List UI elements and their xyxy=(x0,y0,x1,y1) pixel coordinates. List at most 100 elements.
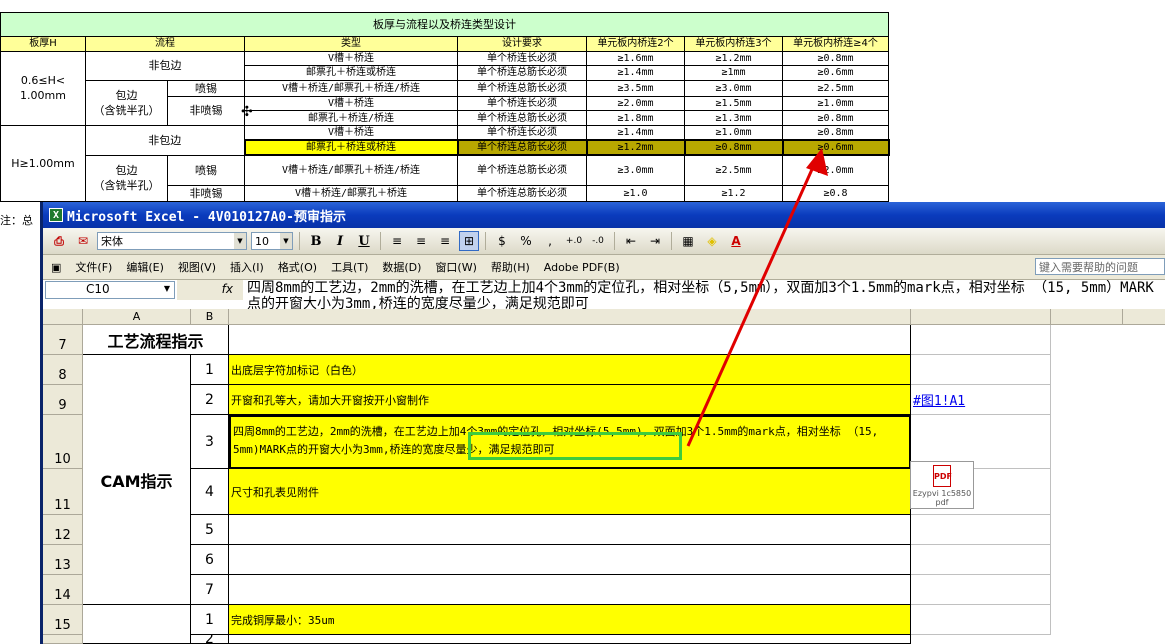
item-text[interactable]: 开窗和孔等大，请加大开窗按开小窗制作 xyxy=(229,385,911,415)
cross-cursor-icon: ✣ xyxy=(241,104,253,120)
title-bar[interactable]: X Microsoft Excel - 4V010127A0-预审指示 xyxy=(43,202,1165,228)
item-text[interactable] xyxy=(229,515,911,545)
table-cell: 单个桥连总筋长必须 xyxy=(457,154,587,186)
column-header-d[interactable] xyxy=(911,309,1051,325)
fill-color-icon[interactable]: ◈ xyxy=(702,231,722,251)
menu-help[interactable]: 帮助(H) xyxy=(491,259,530,275)
bold-button[interactable]: B xyxy=(306,234,326,249)
column-header-b[interactable]: B xyxy=(191,309,229,325)
select-all-corner[interactable] xyxy=(43,309,83,325)
column-header-c[interactable] xyxy=(229,309,911,325)
column-header-f[interactable] xyxy=(1123,309,1165,325)
underline-button[interactable]: U xyxy=(354,234,374,249)
decrease-decimal-icon[interactable]: -.0 xyxy=(588,231,608,251)
increase-decimal-icon[interactable]: +.0 xyxy=(564,231,584,251)
italic-button[interactable]: I xyxy=(330,234,350,249)
cell-c7[interactable] xyxy=(229,325,911,355)
item-number[interactable]: 2 xyxy=(191,385,229,415)
increase-indent-icon[interactable]: ⇥ xyxy=(645,231,665,251)
fx-icon[interactable]: fx xyxy=(177,280,243,300)
row-header-11[interactable]: 11 xyxy=(43,469,83,515)
highlighted-cell: ≥0.6mm xyxy=(781,139,890,157)
table-cell: 单个桥连总筋长必须 xyxy=(457,110,587,126)
menu-tools[interactable]: 工具(T) xyxy=(331,259,368,275)
excel-window[interactable]: X Microsoft Excel - 4V010127A0-预审指示 ⎙ ✉ … xyxy=(40,202,1165,644)
cell-d7[interactable] xyxy=(911,325,1051,355)
help-search-input[interactable]: 键入需要帮助的问题 xyxy=(1035,258,1165,275)
row-header-16[interactable] xyxy=(43,635,83,644)
row-header-14[interactable]: 14 xyxy=(43,575,83,605)
font-size-value: 10 xyxy=(255,234,269,248)
table-cell: ≥1.6mm xyxy=(586,50,685,67)
item-text[interactable] xyxy=(229,635,911,644)
menu-bar: ▣ 文件(F) 编辑(E) 视图(V) 插入(I) 格式(O) 工具(T) 数据… xyxy=(43,255,1165,279)
worksheet-grid[interactable]: A B 7 8 9 10 11 12 13 14 15 工艺流程指示 CAM指示… xyxy=(43,309,1165,644)
row-header-8[interactable]: 8 xyxy=(43,355,83,385)
hyperlink-figure1[interactable]: #图1!A1 xyxy=(911,385,1051,415)
font-name-value: 宋体 xyxy=(101,235,123,248)
header-requirement: 设计要求 xyxy=(457,36,587,52)
currency-icon[interactable]: $ xyxy=(492,231,512,251)
merge-center-icon[interactable]: ⊞ xyxy=(459,231,479,251)
align-center-icon[interactable]: ≡ xyxy=(411,231,431,251)
menu-insert[interactable]: 插入(I) xyxy=(230,259,264,275)
item-number[interactable]: 4 xyxy=(191,469,229,515)
chevron-down-icon: ▼ xyxy=(280,233,292,249)
menu-data[interactable]: 数据(D) xyxy=(382,259,421,275)
row-header-13[interactable]: 13 xyxy=(43,545,83,575)
menu-view[interactable]: 视图(V) xyxy=(178,259,216,275)
table-cell: V槽＋桥连/邮票孔＋桥连/桥连 xyxy=(244,154,458,186)
cell-d12[interactable] xyxy=(911,515,1051,545)
comma-button[interactable]: , xyxy=(540,231,560,251)
table-title: 板厚与流程以及桥连类型设计 xyxy=(0,12,889,37)
decrease-indent-icon[interactable]: ⇤ xyxy=(621,231,641,251)
annotation-highlight-box xyxy=(468,432,682,460)
menu-edit[interactable]: 编辑(E) xyxy=(126,259,164,275)
align-right-icon[interactable]: ≡ xyxy=(435,231,455,251)
item-number[interactable]: 3 xyxy=(191,415,229,469)
name-box[interactable]: C10 ▼ xyxy=(45,281,175,299)
font-color-icon[interactable]: A xyxy=(726,231,746,251)
item-text[interactable] xyxy=(229,545,911,575)
item-number[interactable]: 1 xyxy=(191,605,229,635)
borders-icon[interactable]: ▦ xyxy=(678,231,698,251)
column-header-e[interactable] xyxy=(1051,309,1123,325)
item-number[interactable]: 2 xyxy=(191,635,229,644)
menu-window[interactable]: 窗口(W) xyxy=(435,259,476,275)
row-header-9[interactable]: 9 xyxy=(43,385,83,415)
item-number[interactable]: 1 xyxy=(191,355,229,385)
item-number[interactable]: 7 xyxy=(191,575,229,605)
pdf-convert-icon[interactable]: ⎙ xyxy=(49,231,69,251)
align-left-icon[interactable]: ≡ xyxy=(387,231,407,251)
cam-group-label[interactable]: CAM指示 xyxy=(83,355,191,605)
font-size-select[interactable]: 10 ▼ xyxy=(251,232,293,250)
cell-d13[interactable] xyxy=(911,545,1051,575)
item-number[interactable]: 5 xyxy=(191,515,229,545)
row-header-7[interactable]: 7 xyxy=(43,325,83,355)
menu-file[interactable]: 文件(F) xyxy=(75,259,112,275)
pdf-attachment[interactable]: PDF Ezypvi 1c5850 pdf xyxy=(910,461,974,509)
menu-format[interactable]: 格式(O) xyxy=(278,259,317,275)
percent-button[interactable]: % xyxy=(516,231,536,251)
cell-d8[interactable] xyxy=(911,355,1051,385)
table-cell: ≥2.5mm xyxy=(782,79,889,97)
item-text[interactable]: 尺寸和孔表见附件 xyxy=(229,469,911,515)
item-text[interactable] xyxy=(229,575,911,605)
row-header-15[interactable]: 15 xyxy=(43,605,83,635)
font-name-select[interactable]: 宋体 ▼ xyxy=(97,232,247,250)
column-header-a[interactable]: A xyxy=(83,309,191,325)
row-header-10[interactable]: 10 xyxy=(43,415,83,469)
table-cell: ≥0.8mm xyxy=(782,124,889,141)
row-header-12[interactable]: 12 xyxy=(43,515,83,545)
item-number[interactable]: 6 xyxy=(191,545,229,575)
cell-d15[interactable] xyxy=(911,605,1051,635)
menu-adobe-pdf[interactable]: Adobe PDF(B) xyxy=(544,261,620,274)
pdf-email-icon[interactable]: ✉ xyxy=(73,231,93,251)
table-cell: ≥1.0 xyxy=(586,184,685,202)
cell-d14[interactable] xyxy=(911,575,1051,605)
next-group-label[interactable] xyxy=(83,605,191,644)
item-text[interactable]: 完成铜厚最小：35um xyxy=(229,605,911,635)
section-title[interactable]: 工艺流程指示 xyxy=(83,325,229,355)
item-text[interactable]: 出底层字符加标记（白色） xyxy=(229,355,911,385)
formula-input[interactable]: 四周8mm的工艺边，2mm的洗槽，在工艺边上加4个3mm的定位孔，相对坐标（5,… xyxy=(243,280,1165,312)
